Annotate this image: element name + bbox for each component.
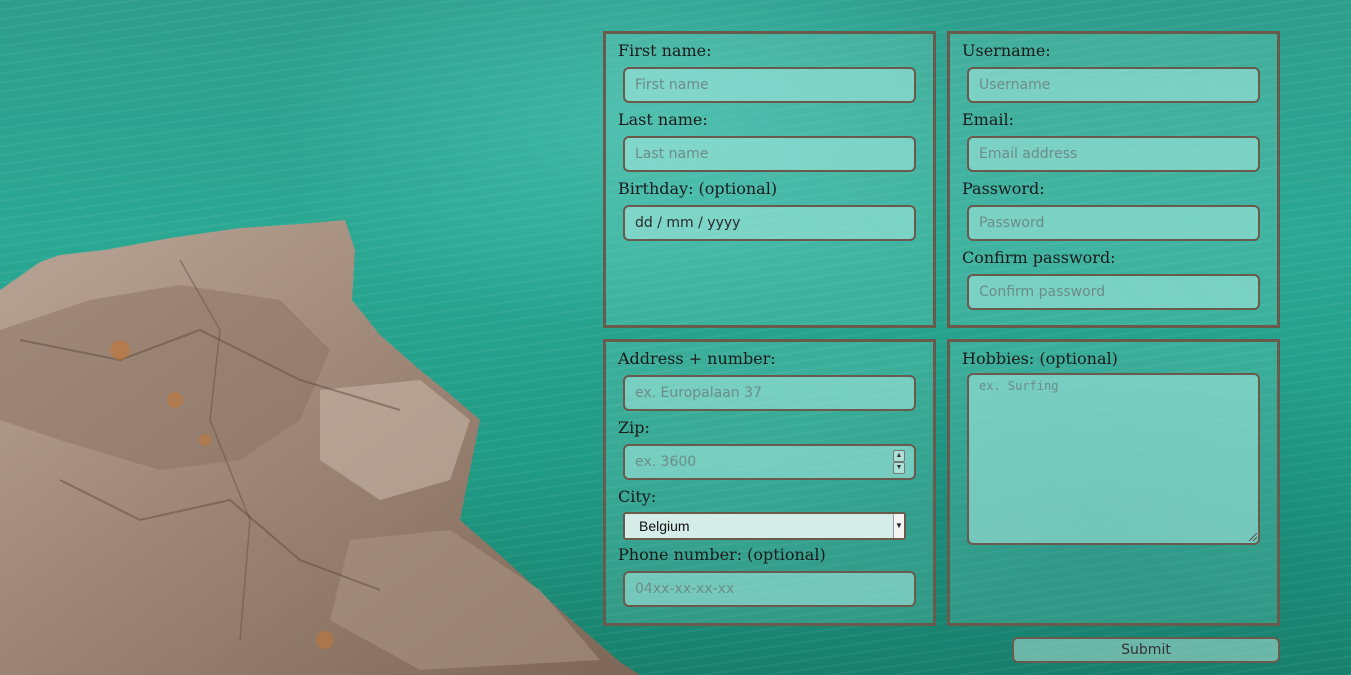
zip-field[interactable]	[623, 444, 916, 480]
password-label: Password:	[962, 179, 1045, 198]
username-field[interactable]	[967, 67, 1260, 103]
email-label: Email:	[962, 110, 1015, 129]
phone-field[interactable]	[623, 571, 916, 607]
resize-grip-icon[interactable]	[1249, 533, 1257, 541]
address-field[interactable]	[623, 375, 916, 411]
hobbies-panel: Hobbies: (optional)	[947, 339, 1280, 626]
spinner-arrows-icon[interactable]: ▲ ▼	[893, 450, 905, 474]
first-name-field[interactable]	[623, 67, 916, 103]
phone-label: Phone number: (optional)	[618, 545, 826, 564]
address-panel: Address + number: Zip: ▲ ▼ City: Belgium…	[603, 339, 936, 626]
zip-label: Zip:	[618, 418, 650, 437]
username-label: Username:	[962, 41, 1051, 60]
birthday-label: Birthday: (optional)	[618, 179, 778, 198]
email-field[interactable]	[967, 136, 1260, 172]
password-field[interactable]	[967, 205, 1260, 241]
last-name-field[interactable]	[623, 136, 916, 172]
spinner-down-icon[interactable]: ▼	[893, 462, 905, 474]
city-select[interactable]: Belgium ▼	[623, 512, 906, 540]
hobbies-label: Hobbies: (optional)	[962, 349, 1118, 368]
submit-button[interactable]: Submit	[1012, 637, 1280, 663]
caret-down-icon[interactable]: ▼	[893, 514, 904, 538]
birthday-date-field[interactable]: dd / mm / yyyy	[623, 205, 916, 241]
hobbies-textarea[interactable]	[967, 373, 1260, 545]
personal-info-panel: First name: Last name: Birthday: (option…	[603, 31, 936, 328]
rock-background	[0, 220, 640, 675]
address-label: Address + number:	[618, 349, 776, 368]
last-name-label: Last name:	[618, 110, 708, 129]
confirm-password-label: Confirm password:	[962, 248, 1116, 267]
confirm-password-field[interactable]	[967, 274, 1260, 310]
city-label: City:	[618, 487, 657, 506]
spinner-up-icon[interactable]: ▲	[893, 450, 905, 462]
zip-field-wrapper: ▲ ▼	[606, 444, 933, 480]
first-name-label: First name:	[618, 41, 712, 60]
birthday-date-value: dd / mm / yyyy	[635, 215, 741, 231]
city-selected-value: Belgium	[639, 518, 690, 534]
account-info-panel: Username: Email: Password: Confirm passw…	[947, 31, 1280, 328]
